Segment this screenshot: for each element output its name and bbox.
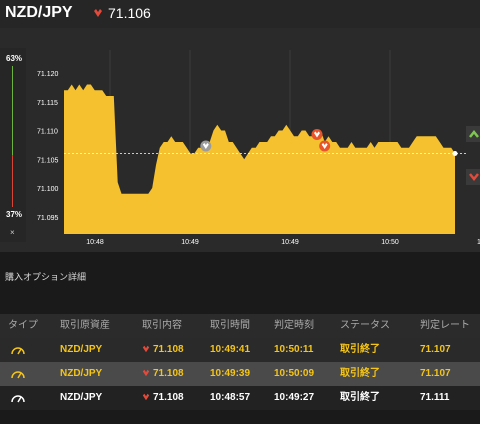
judge-time-cell: 10:50:09 — [274, 368, 315, 379]
high-percent: 63% — [6, 54, 23, 63]
trade-time-cell: 10:49:41 — [210, 344, 251, 355]
x-tick-label: 10:49 — [181, 239, 199, 246]
judge-rate-cell: 71.107 — [420, 344, 451, 355]
rate-down-icon — [94, 9, 102, 17]
status-cell: 取引終了 — [340, 344, 380, 355]
y-tick-label: 71.120 — [37, 71, 59, 78]
trade-marker[interactable] — [319, 140, 331, 152]
content-cell: 71.108 — [130, 386, 198, 410]
header-type: タイプ — [8, 320, 38, 331]
low-bar — [12, 155, 13, 207]
judge-time-cell: 10:50:11 — [274, 344, 314, 355]
header-content: 取引内容 — [142, 320, 182, 331]
content-value: 71.108 — [153, 392, 184, 403]
header-trade-time: 取引時間 — [210, 320, 250, 331]
current-rate-dot — [452, 151, 458, 156]
type-cell — [0, 386, 50, 410]
header-asset: 取引原資産 — [60, 320, 110, 331]
content-cell: 71.108 — [130, 362, 198, 386]
current-rate: 71.106 — [108, 5, 151, 21]
trade-time-cell: 10:49:39 — [210, 368, 251, 379]
y-tick-label: 71.100 — [37, 186, 59, 193]
asset-cell: NZD/JPY — [60, 368, 103, 379]
type-cell — [0, 338, 50, 362]
header-status: ステータス — [340, 320, 390, 331]
put-button[interactable] — [466, 169, 480, 185]
y-tick-label: 71.105 — [37, 157, 59, 164]
gauge-icon — [11, 347, 25, 355]
table-row[interactable]: NZD/JPY 71.108 10:48:57 10:49:27 取引終了 71… — [0, 386, 480, 410]
down-icon — [142, 370, 150, 377]
x-tick-label: 10:50 — [381, 239, 399, 246]
high-bar — [12, 66, 13, 155]
table-row[interactable]: NZD/JPY 71.108 10:49:41 10:50:11 取引終了 71… — [0, 338, 480, 362]
price-chart[interactable]: 71.120 71.115 71.110 71.105 71.100 71.095 10:… — [0, 28, 480, 252]
down-icon — [142, 346, 150, 353]
judge-rate-cell: 71.107 — [420, 368, 451, 379]
trade-time-cell: 10:48:57 — [210, 392, 251, 403]
x-tick-label: 10:49 — [281, 239, 299, 246]
asset-cell: NZD/JPY — [60, 344, 103, 355]
table-row[interactable]: NZD/JPY 71.108 10:49:39 10:50:09 取引終了 71… — [0, 362, 480, 386]
sentiment-indicator: 63% 37% × — [0, 48, 26, 242]
close-indicator-icon[interactable]: × — [10, 228, 15, 237]
judge-rate-cell: 71.111 — [420, 392, 450, 403]
content-value: 71.108 — [153, 368, 184, 379]
pair-title: NZD/JPY — [5, 4, 73, 21]
header-judge-rate: 判定レート — [420, 320, 470, 331]
section-title: 購入オプション詳細 — [5, 272, 87, 282]
header-bar: NZD/JPY 71.106 — [0, 0, 480, 28]
content-cell: 71.108 — [130, 338, 198, 362]
y-tick-label: 71.115 — [37, 100, 58, 107]
options-table: タイプ 取引原資産 取引内容 取引時間 判定時刻 ステータス 判定レート NZD… — [0, 314, 480, 410]
status-cell: 取引終了 — [340, 368, 380, 379]
chart-area: 71.120 71.115 71.110 71.105 71.100 71.095 10:… — [0, 28, 480, 252]
down-icon — [142, 394, 150, 401]
trade-marker[interactable] — [311, 129, 323, 140]
y-tick-label: 71.110 — [37, 129, 58, 136]
y-tick-label: 71.095 — [37, 215, 59, 222]
trade-marker[interactable] — [200, 140, 212, 152]
type-cell — [0, 362, 50, 386]
call-button[interactable] — [466, 126, 480, 142]
asset-cell: NZD/JPY — [60, 392, 103, 403]
gauge-icon — [11, 395, 25, 403]
header-judge-time: 判定時刻 — [274, 320, 314, 331]
price-area — [64, 84, 455, 234]
gauge-icon — [11, 371, 25, 379]
judge-time-cell: 10:49:27 — [274, 392, 315, 403]
status-cell: 取引終了 — [340, 392, 380, 403]
low-percent: 37% — [6, 210, 23, 219]
content-value: 71.108 — [153, 344, 184, 355]
x-tick-label: 10:48 — [86, 239, 104, 246]
table-header: タイプ 取引原資産 取引内容 取引時間 判定時刻 ステータス 判定レート — [0, 314, 480, 338]
